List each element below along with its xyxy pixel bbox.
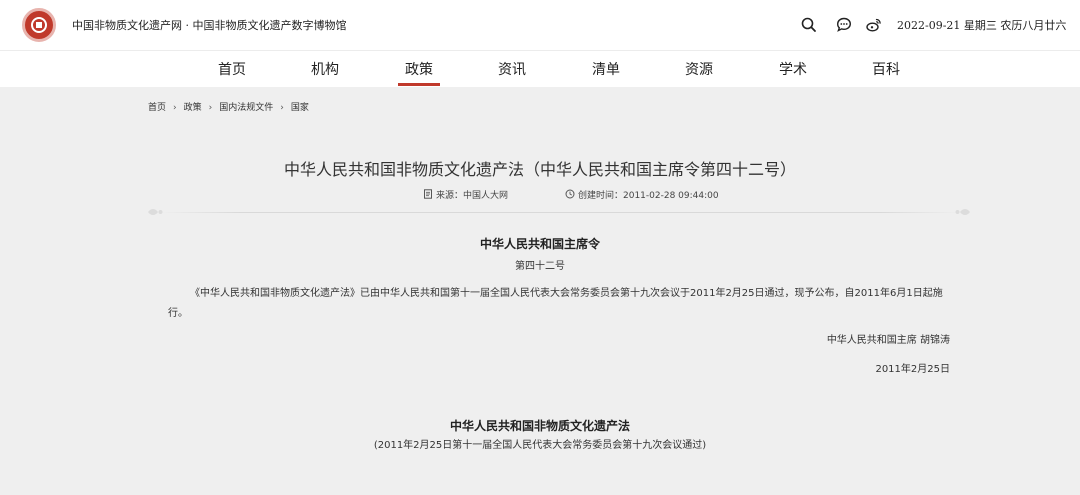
nav-item-resources[interactable]: 资源 — [669, 59, 729, 79]
search-icon[interactable] — [800, 16, 818, 34]
breadcrumb-domestic-regulations[interactable]: 国内法规文件 — [219, 100, 273, 113]
chevron-right-icon: › — [208, 103, 213, 113]
document-icon — [424, 189, 432, 199]
left-ornament-icon — [148, 209, 163, 215]
chat-icon[interactable] — [835, 16, 853, 34]
site-logo[interactable] — [22, 8, 56, 42]
chevron-right-icon: › — [280, 103, 284, 113]
nav-item-home[interactable]: 首页 — [202, 59, 262, 79]
nav-item-policy[interactable]: 政策 — [389, 59, 449, 86]
clock-icon — [565, 189, 575, 199]
article-created-time: 创建时间：2011-02-28 09:44:00 — [578, 191, 719, 201]
breadcrumb-home[interactable]: 首页 — [148, 100, 166, 113]
sign-date: 2011年2月25日 — [875, 364, 950, 375]
breadcrumb-policy[interactable]: 政策 — [184, 100, 202, 113]
weibo-icon[interactable] — [865, 16, 883, 34]
nav-item-news[interactable]: 资讯 — [482, 59, 542, 79]
nav-item-encyclopedia[interactable]: 百科 — [856, 59, 916, 79]
law-subtitle: (2011年2月25日第十一届全国人民代表大会常务委员会第十九次会议通过) — [373, 440, 707, 451]
right-ornament-icon — [955, 209, 970, 215]
chevron-right-icon: › — [173, 103, 177, 113]
breadcrumb: 首页 › 政策 › 国内法规文件 › 国家 — [148, 100, 309, 113]
date-text: 2022-09-21 星期三 农历八月廿六 — [897, 19, 1067, 32]
nav-item-list[interactable]: 清单 — [576, 59, 636, 79]
article-source: 来源：中国人大网 — [436, 191, 509, 201]
law-title: 中华人民共和国非物质文化遗产法 — [449, 419, 630, 433]
decree-title: 中华人民共和国主席令 — [479, 237, 600, 251]
article-title: 中华人民共和国非物质文化遗产法（中华人民共和国主席令第四十二号） — [283, 160, 796, 179]
logo-core — [36, 22, 42, 28]
nav-item-organization[interactable]: 机构 — [295, 59, 355, 79]
decree-paragraph: 《中华人民共和国非物质文化遗产法》已由中华人民共和国第十一届全国人民代表大会常务… — [168, 288, 943, 319]
title-divider — [160, 212, 960, 213]
nav-item-academic[interactable]: 学术 — [763, 59, 823, 79]
site-title[interactable]: 中国非物质文化遗产网 · 中国非物质文化遗产数字博物馆 — [72, 17, 347, 33]
breadcrumb-national[interactable]: 国家 — [291, 100, 309, 113]
decree-number: 第四十二号 — [515, 261, 565, 272]
top-bar: 中国非物质文化遗产网 · 中国非物质文化遗产数字博物馆 2022-09-21 星… — [0, 0, 1080, 50]
signature: 中华人民共和国主席 胡锦涛 — [826, 335, 950, 346]
main-nav: 首页 机构 政策 资讯 清单 资源 学术 百科 — [0, 50, 1080, 87]
